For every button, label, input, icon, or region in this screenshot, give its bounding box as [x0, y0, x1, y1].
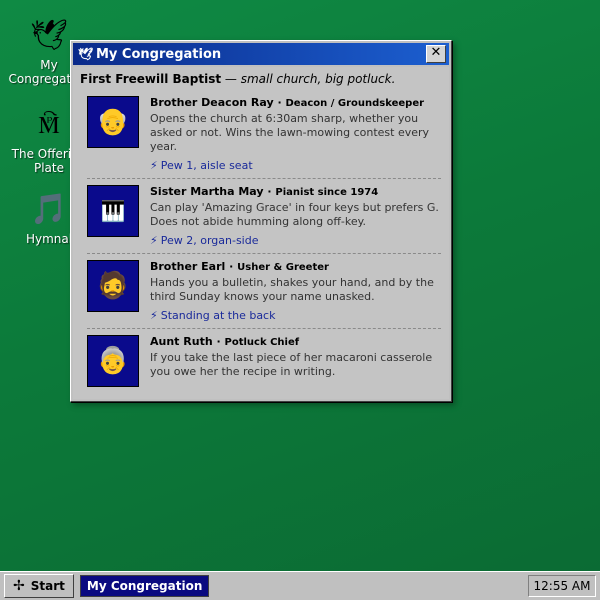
church-header: First Freewill Baptist — small church, b… [73, 67, 449, 90]
member-description: If you take the last piece of her macaro… [150, 351, 433, 378]
elder-icon: 👴 [96, 107, 130, 137]
member-name: Brother Deacon Ray · Deacon / Groundskee… [150, 96, 425, 109]
member-role: Deacon / Groundskeeper [285, 98, 425, 109]
member-description: Opens the church at 6:30am sharp, whethe… [150, 112, 430, 153]
member-card[interactable]: 👵 Aunt Ruth · Potluck Chief If you take … [87, 329, 441, 393]
member-name-text: Aunt Ruth [150, 335, 213, 348]
member-seat[interactable]: ⚡ Pew 1, aisle seat [150, 159, 441, 172]
lightning-icon: ⚡ [150, 234, 158, 247]
member-name: Aunt Ruth · Potluck Chief [150, 335, 300, 348]
taskbar-item-my-congregation[interactable]: My Congregation [79, 575, 210, 597]
member-name: Sister Martha May · Pianist since 1974 [150, 185, 379, 198]
member-description: Hands you a bulletin, shakes your hand, … [150, 276, 434, 303]
member-seat-text: Pew 2, organ-side [160, 234, 259, 247]
avatar: 👵 [87, 335, 139, 387]
dove-icon: 🕊 [78, 47, 94, 61]
window-title: My Congregation [96, 46, 222, 62]
member-name: Brother Earl · Usher & Greeter [150, 260, 329, 273]
member-card[interactable]: 🎹 Sister Martha May · Pianist since 1974… [87, 179, 441, 254]
member-name-text: Brother Earl [150, 260, 226, 273]
lightning-icon: ⚡ [150, 159, 158, 172]
piano-icon: 🎹 [100, 199, 126, 223]
member-role: Pianist since 1974 [275, 187, 379, 198]
church-tagline: small church, big potluck. [240, 72, 396, 86]
taskbar-clock: 12:55 AM [528, 575, 596, 597]
member-role: Usher & Greeter [237, 262, 329, 273]
elder-woman-icon: 👵 [96, 346, 130, 376]
church-name: First Freewill Baptist [80, 72, 222, 86]
taskbar: ✢ Start My Congregation 12:55 AM [0, 571, 600, 600]
member-list: 👴 Brother Deacon Ray · Deacon / Groundsk… [73, 90, 449, 393]
bearded-man-icon: 🧔 [96, 271, 130, 301]
member-role: Potluck Chief [224, 337, 300, 348]
close-button[interactable]: ✕ [426, 45, 446, 63]
congregation-window: 🕊 My Congregation ✕ First Freewill Bapti… [70, 40, 452, 402]
member-seat[interactable]: ⚡ Standing at the back [150, 309, 441, 322]
member-seat[interactable]: ⚡ Pew 2, organ-side [150, 234, 441, 247]
member-name-text: Sister Martha May [150, 185, 264, 198]
member-description: Can play 'Amazing Grace' in four keys bu… [150, 201, 439, 228]
member-seat-text: Standing at the back [160, 309, 276, 322]
start-button[interactable]: ✢ Start [4, 574, 74, 598]
start-cross-icon: ✢ [13, 578, 25, 594]
member-card[interactable]: 👴 Brother Deacon Ray · Deacon / Groundsk… [87, 90, 441, 179]
start-label: Start [30, 579, 65, 593]
lightning-icon: ⚡ [150, 309, 158, 322]
avatar: 👴 [87, 96, 139, 148]
window-titlebar[interactable]: 🕊 My Congregation ✕ [73, 43, 449, 65]
avatar: 🎹 [87, 185, 139, 237]
church-separator: — [221, 72, 241, 86]
member-card[interactable]: 🧔 Brother Earl · Usher & Greeter Hands y… [87, 254, 441, 329]
avatar: 🧔 [87, 260, 139, 312]
window-content: First Freewill Baptist — small church, b… [73, 67, 449, 399]
member-seat-text: Pew 1, aisle seat [160, 159, 253, 172]
member-name-text: Brother Deacon Ray [150, 96, 274, 109]
